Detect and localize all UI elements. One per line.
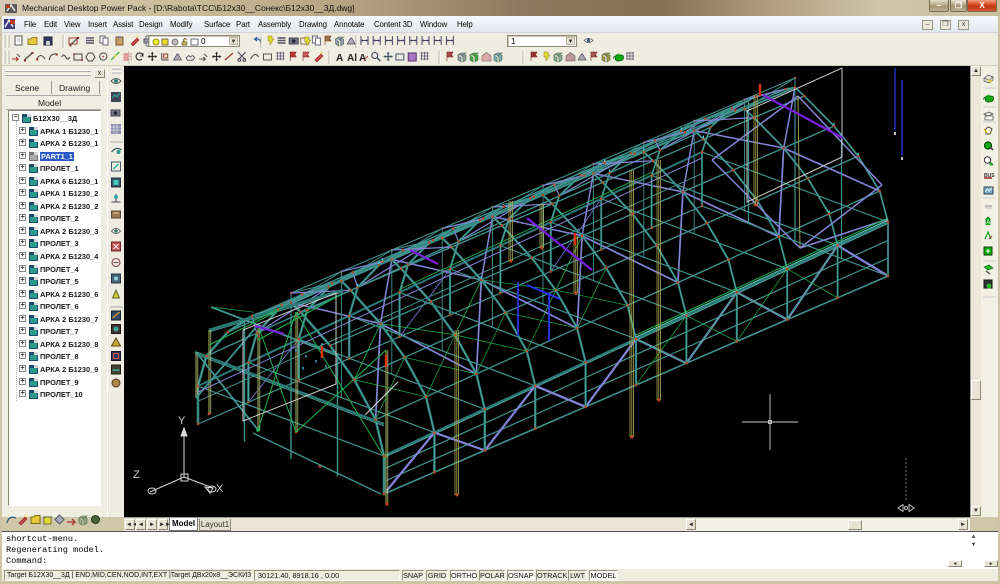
svg-text:X: X (216, 483, 224, 495)
svg-text:Z: Z (133, 469, 140, 481)
svg-text:A: A (336, 53, 343, 64)
svg-text:Y: Y (178, 415, 186, 427)
svg-text:A: A (986, 220, 990, 226)
svg-text:Al: Al (347, 53, 357, 64)
